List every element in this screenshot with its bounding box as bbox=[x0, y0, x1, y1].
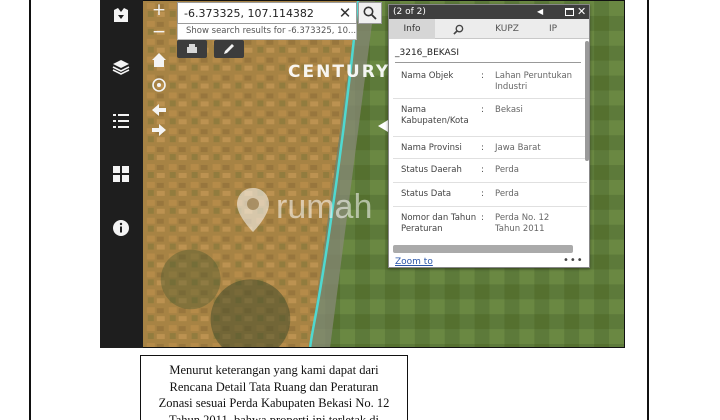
location-pin-icon bbox=[237, 188, 269, 232]
attribute-value: Lahan Peruntukan Industri bbox=[495, 71, 573, 92]
close-icon[interactable]: ✕ bbox=[577, 5, 586, 19]
caption-box: Menurut keterangan yang kami dapat dari … bbox=[140, 355, 408, 420]
page: + − ✕ Show search results for -6.373325,… bbox=[0, 0, 720, 420]
search-icon bbox=[452, 24, 463, 35]
tab-kupz[interactable]: KUPZ bbox=[481, 19, 533, 39]
caption-line: Menurut keterangan yang kami dapat dari bbox=[169, 363, 379, 377]
attribute-separator: : bbox=[481, 189, 484, 199]
zoom-to-link[interactable]: Zoom to bbox=[395, 257, 433, 267]
attribute-separator: : bbox=[481, 213, 484, 223]
popup-titlebar: (2 of 2) bbox=[389, 5, 589, 19]
previous-extent-icon[interactable] bbox=[148, 100, 170, 120]
locate-icon[interactable] bbox=[148, 75, 170, 95]
tab-ip[interactable]: IP bbox=[533, 19, 573, 39]
attribute-table: Nama Objek : Lahan Peruntukan Industri N… bbox=[393, 65, 587, 243]
search-suggestion[interactable]: Show search results for -6.373325, 10... bbox=[177, 24, 357, 40]
search-box: ✕ bbox=[177, 2, 357, 24]
search-button[interactable] bbox=[358, 2, 382, 24]
attribute-key: Nomor dan Tahun Peraturan bbox=[401, 213, 477, 234]
more-actions-button[interactable]: ••• bbox=[563, 255, 584, 266]
caption-line: Rencana Detail Tata Ruang dan Peraturan bbox=[169, 379, 379, 394]
attribute-separator: : bbox=[481, 165, 484, 175]
attribute-value: Perda bbox=[495, 165, 520, 175]
edit-tool-button[interactable] bbox=[214, 40, 244, 58]
print-icon bbox=[187, 44, 197, 53]
caption-line: Tahun 2011, bahwa properti ini terletak … bbox=[168, 412, 380, 420]
attribute-value: Jawa Barat bbox=[495, 143, 541, 153]
attribute-value: Bekasi bbox=[495, 105, 523, 115]
widgets-grid-icon[interactable] bbox=[112, 165, 130, 183]
legend-list-icon[interactable] bbox=[112, 112, 130, 130]
tab-info[interactable]: Info bbox=[389, 19, 435, 39]
popup-counter: (2 of 2) bbox=[393, 7, 426, 17]
popup-pointer bbox=[378, 120, 388, 132]
attribute-value: Perda No. 12 Tahun 2011 bbox=[495, 213, 550, 234]
attribute-separator: : bbox=[481, 71, 484, 81]
caption-line: Zonasi sesuai Perda Kabupaten Bekasi No.… bbox=[158, 396, 390, 410]
vertical-scrollbar[interactable] bbox=[585, 41, 589, 161]
tab-search[interactable] bbox=[435, 19, 481, 39]
next-extent-icon[interactable] bbox=[148, 120, 170, 140]
search-input[interactable] bbox=[184, 5, 334, 22]
home-icon[interactable] bbox=[148, 50, 170, 70]
info-icon[interactable] bbox=[112, 219, 130, 237]
measure-tool-button[interactable] bbox=[177, 40, 207, 58]
attribute-row: Nama Provinsi : Jawa Barat bbox=[393, 137, 587, 159]
feature-info-popup: (2 of 2) ◀ ✕ Info KUPZ IP _3216_BEKASI N… bbox=[388, 4, 590, 268]
search-icon bbox=[363, 6, 377, 20]
zoom-in-button[interactable]: + bbox=[148, 0, 170, 20]
horizontal-scrollbar[interactable] bbox=[393, 245, 573, 253]
attribute-value: Perda bbox=[495, 189, 520, 199]
attribute-row: Nomor dan Tahun Peraturan : Perda No. 12… bbox=[393, 207, 587, 243]
attribute-separator: : bbox=[481, 143, 484, 153]
zoom-out-button[interactable]: − bbox=[148, 22, 170, 42]
attribute-row: Status Data : Perda bbox=[393, 183, 587, 207]
clear-icon[interactable]: ✕ bbox=[337, 3, 353, 23]
basemap-icon[interactable] bbox=[112, 6, 130, 24]
attribute-key: Nama Objek bbox=[401, 71, 454, 81]
attribute-row: Nama Objek : Lahan Peruntukan Industri bbox=[393, 65, 587, 99]
layers-icon[interactable] bbox=[112, 58, 130, 76]
popup-tabs: Info KUPZ IP bbox=[389, 19, 589, 39]
pencil-icon bbox=[224, 44, 234, 54]
previous-feature-icon[interactable]: ◀ bbox=[537, 5, 543, 19]
left-toolbar bbox=[100, 0, 143, 348]
attribute-row: Nama Kabupaten/Kota : Bekasi bbox=[393, 99, 587, 137]
rumah-watermark: rumah bbox=[276, 188, 373, 226]
attribute-key: Status Daerah bbox=[401, 165, 462, 175]
layer-name: _3216_BEKASI bbox=[395, 45, 581, 63]
map-controls: + − bbox=[148, 0, 170, 150]
maximize-icon[interactable] bbox=[565, 8, 574, 16]
attribute-row: Status Daerah : Perda bbox=[393, 159, 587, 183]
attribute-key: Status Data bbox=[401, 189, 452, 199]
attribute-separator: : bbox=[481, 105, 484, 115]
attribute-key: Nama Provinsi bbox=[401, 143, 462, 153]
attribute-key: Nama Kabupaten/Kota bbox=[401, 105, 469, 126]
century-watermark: CENTURY bbox=[288, 62, 391, 82]
